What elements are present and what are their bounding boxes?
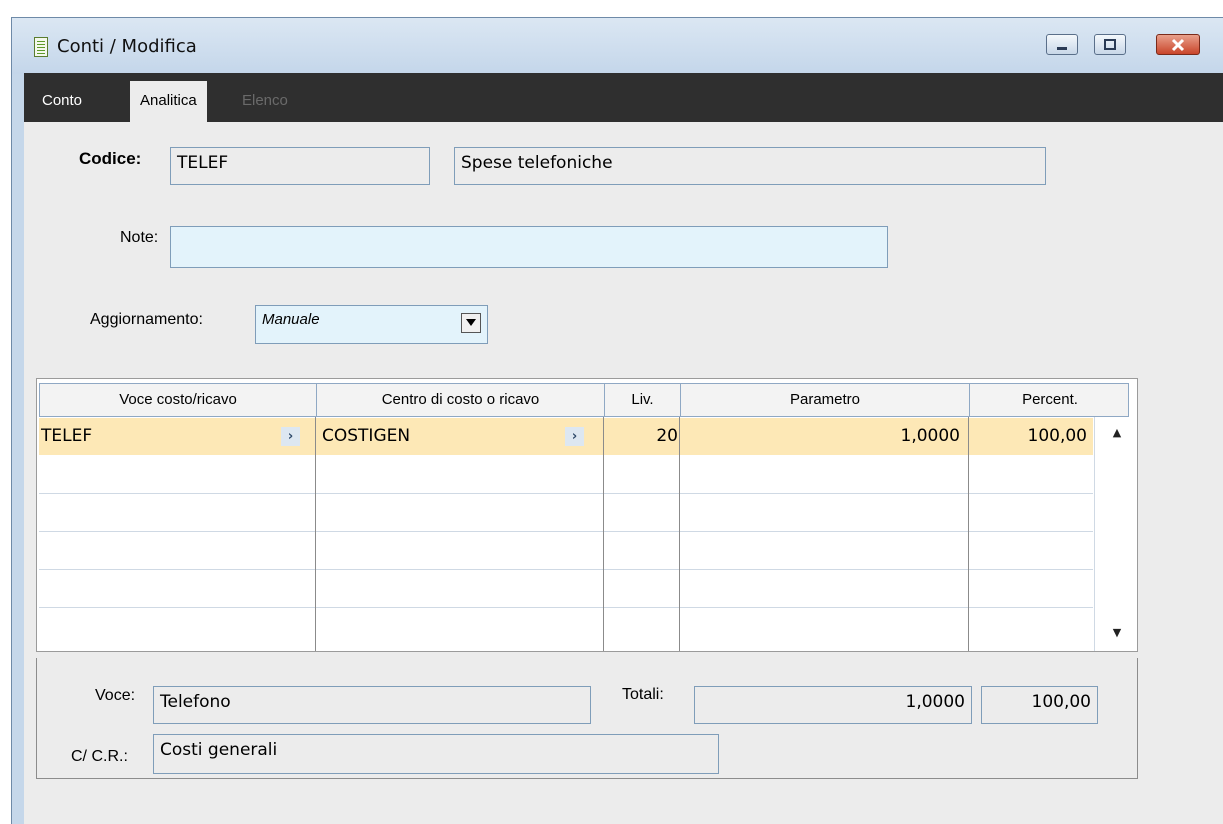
- column-divider: [603, 417, 604, 651]
- column-divider: [1094, 417, 1095, 651]
- aggiornamento-label: Aggiornamento:: [90, 311, 203, 328]
- codice-field[interactable]: TELEF: [170, 147, 430, 185]
- totali-label: Totali:: [622, 686, 664, 703]
- column-divider: [968, 417, 969, 651]
- voce-label: Voce:: [95, 687, 136, 704]
- tab-conto[interactable]: Conto: [32, 81, 92, 122]
- window-title: Conti / Modifica: [57, 36, 197, 57]
- cell-voce[interactable]: TELEF: [41, 418, 92, 455]
- maximize-button[interactable]: [1094, 34, 1126, 55]
- column-header-parametro[interactable]: Parametro: [681, 384, 970, 416]
- table-row[interactable]: TELEF › COSTIGEN › 20 1,0000 100,00: [39, 418, 1093, 455]
- column-header-centro[interactable]: Centro di costo o ricavo: [317, 384, 605, 416]
- ccr-label: C/ C.R.:: [71, 748, 128, 765]
- cell-percent[interactable]: 100,00: [969, 418, 1087, 455]
- title-bar[interactable]: Conti / Modifica: [12, 18, 1223, 74]
- app-window: Conti / Modifica Conto Analitica Elenco …: [11, 17, 1223, 824]
- totale-parametro-field: 1,0000: [694, 686, 972, 724]
- minimize-icon: [1047, 35, 1077, 54]
- close-icon: [1157, 35, 1199, 54]
- grid-header: Voce costo/ricavo Centro di costo o rica…: [39, 383, 1129, 417]
- vertical-scrollbar[interactable]: ▲ ▼: [1101, 418, 1133, 647]
- content-panel: Codice: TELEF Spese telefoniche Note: Ag…: [24, 122, 1223, 824]
- cell-centro[interactable]: COSTIGEN: [322, 418, 410, 455]
- tab-analitica[interactable]: Analitica: [130, 81, 207, 122]
- note-field[interactable]: [170, 226, 888, 268]
- aggiornamento-value: Manuale: [262, 311, 320, 328]
- row-divider: [39, 607, 1093, 608]
- note-label: Note:: [120, 229, 159, 246]
- row-divider: [39, 569, 1093, 570]
- voce-field[interactable]: Telefono: [153, 686, 591, 724]
- chevron-right-icon[interactable]: ›: [281, 427, 300, 446]
- triangle-down-icon[interactable]: [461, 313, 481, 333]
- descrizione-field[interactable]: Spese telefoniche: [454, 147, 1046, 185]
- row-divider: [39, 493, 1093, 494]
- scroll-down-icon[interactable]: ▼: [1101, 626, 1133, 639]
- tab-elenco: Elenco: [242, 92, 288, 109]
- column-header-voce[interactable]: Voce costo/ricavo: [40, 384, 317, 416]
- scroll-up-icon[interactable]: ▲: [1101, 426, 1133, 439]
- aggiornamento-select[interactable]: Manuale: [255, 305, 488, 344]
- column-header-liv[interactable]: Liv.: [605, 384, 681, 416]
- document-icon: [34, 37, 48, 57]
- close-button[interactable]: [1156, 34, 1200, 55]
- column-header-percent[interactable]: Percent.: [970, 384, 1130, 416]
- chevron-right-icon[interactable]: ›: [565, 427, 584, 446]
- tab-bar: Conto Analitica Elenco: [24, 73, 1223, 122]
- minimize-button[interactable]: [1046, 34, 1078, 55]
- ccr-field[interactable]: Costi generali: [153, 734, 719, 774]
- cell-liv[interactable]: 20: [604, 418, 678, 455]
- column-divider: [315, 417, 316, 651]
- totale-percent-field: 100,00: [981, 686, 1098, 724]
- column-divider: [679, 417, 680, 651]
- cell-parametro[interactable]: 1,0000: [680, 418, 960, 455]
- analytics-grid: Voce costo/ricavo Centro di costo o rica…: [36, 378, 1138, 652]
- codice-label: Codice:: [79, 149, 142, 168]
- maximize-icon: [1095, 35, 1125, 54]
- row-divider: [39, 531, 1093, 532]
